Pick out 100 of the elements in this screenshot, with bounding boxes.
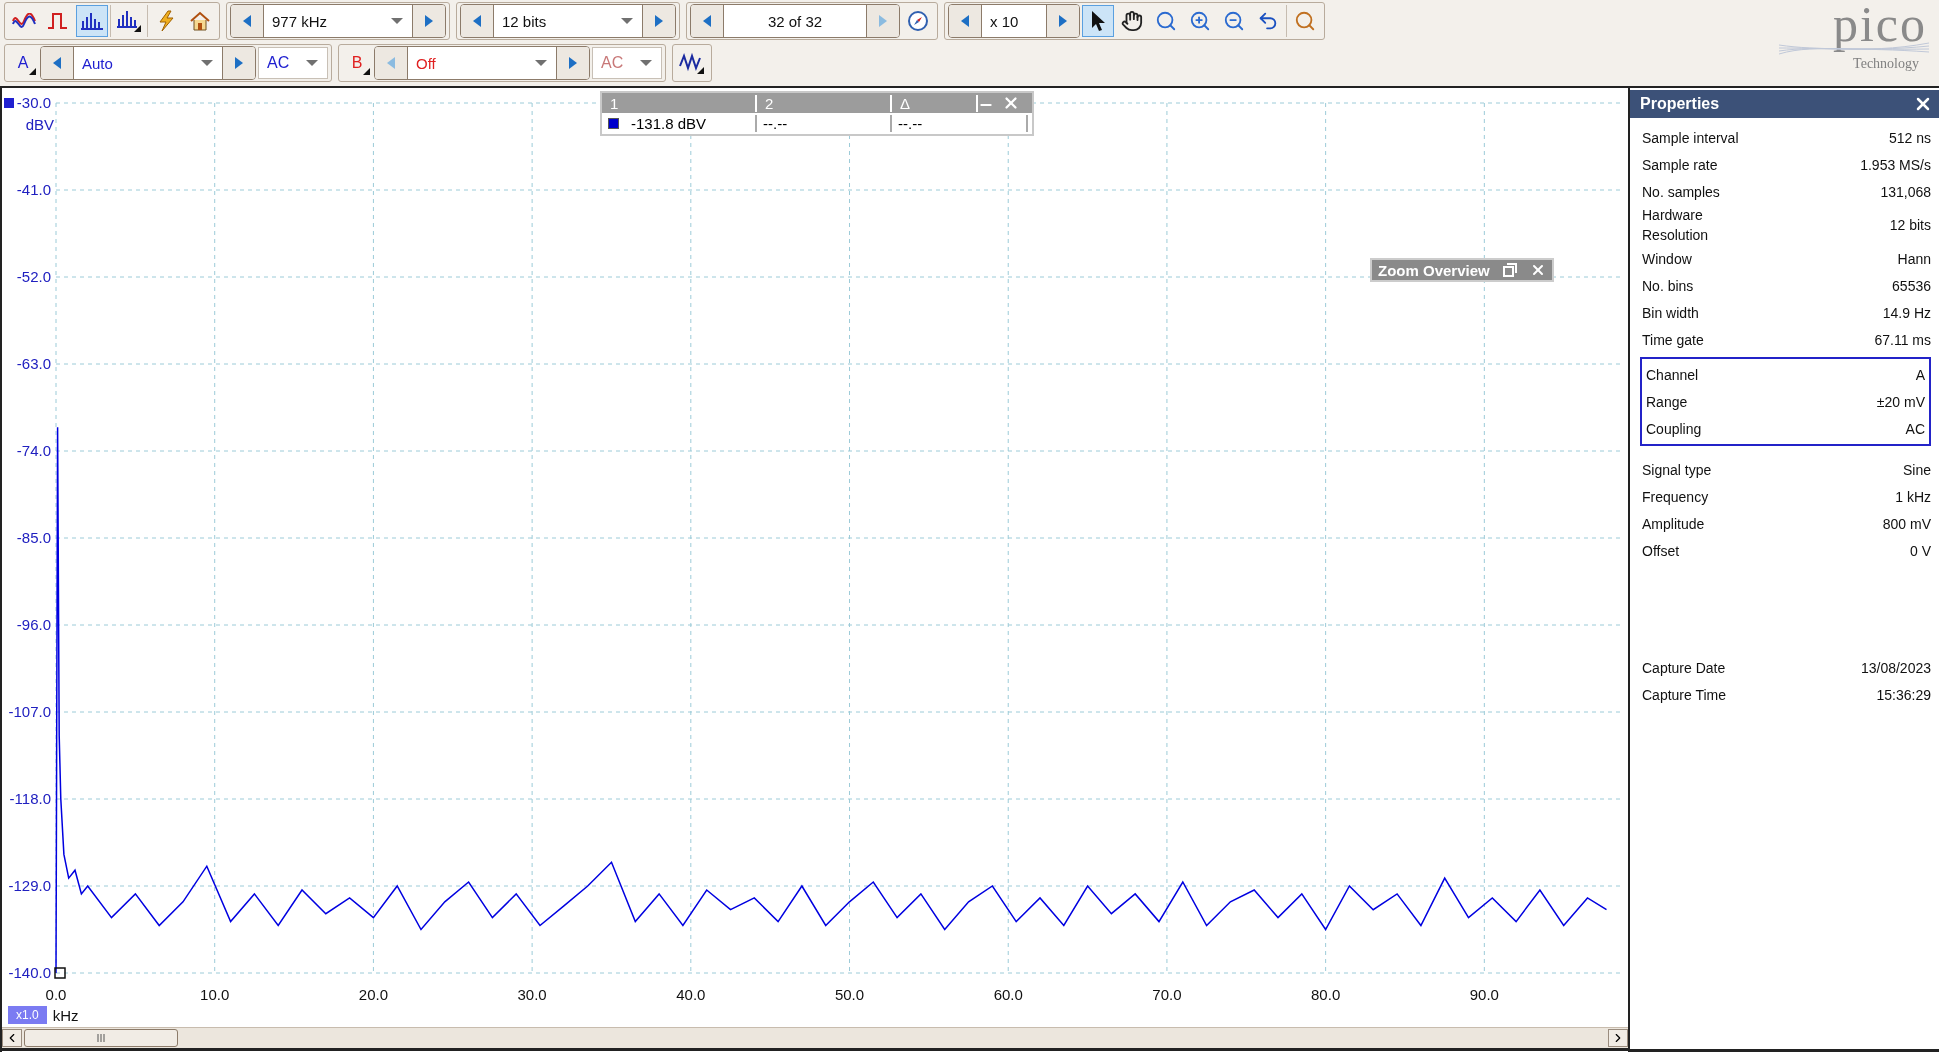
property-value: 67.11 ms xyxy=(1874,331,1931,348)
right-arrow-icon xyxy=(654,14,664,28)
counter-field[interactable]: 32 of 32 xyxy=(723,5,867,37)
x-axis-label: 80.0 xyxy=(1311,986,1341,1003)
zoom-in-icon xyxy=(1189,10,1211,32)
close-icon[interactable] xyxy=(1530,262,1546,278)
previous-button[interactable] xyxy=(41,47,73,79)
x-axis-unit: kHz xyxy=(52,1006,79,1024)
x-axis-label: 60.0 xyxy=(993,986,1023,1003)
column-header: 2 xyxy=(757,94,892,112)
left-arrow-icon xyxy=(472,14,482,28)
restore-icon[interactable] xyxy=(1502,263,1517,277)
property-value: ±20 mV xyxy=(1876,393,1925,410)
property-label: Sample interval xyxy=(1642,128,1740,148)
property-label: Signal type xyxy=(1642,460,1713,480)
field-value: 32 of 32 xyxy=(767,12,823,30)
left-arrow-icon xyxy=(702,14,712,28)
field-value: 12 bits xyxy=(502,12,547,30)
view-mode-button[interactable] xyxy=(76,5,108,37)
property-label: Range xyxy=(1646,392,1689,412)
zoom-overview-title: Zoom Overview xyxy=(1378,261,1490,279)
scroll-left-button[interactable] xyxy=(2,1029,22,1047)
previous-button[interactable] xyxy=(231,5,263,37)
y-axis-label: -52.0 xyxy=(16,268,51,285)
horizontal-scrollbar[interactable] xyxy=(2,1027,1628,1051)
channel-button[interactable]: B xyxy=(342,47,372,79)
right-arrow-icon xyxy=(1058,14,1068,28)
range-dropdown[interactable]: Auto xyxy=(73,47,223,79)
field-value: AC xyxy=(267,54,290,72)
compass-icon xyxy=(907,10,929,32)
dropdown-caret-icon xyxy=(305,59,319,67)
right-arrow-icon xyxy=(568,56,578,70)
field-value: 977 kHz xyxy=(272,12,328,30)
property-label: Capture Time xyxy=(1642,685,1728,705)
property-label: Time gate xyxy=(1642,330,1705,350)
property-value: Hann xyxy=(1897,250,1931,267)
lightning-icon xyxy=(156,10,176,32)
x-axis-label: 90.0 xyxy=(1469,986,1499,1003)
zoom-factor-field[interactable]: x 10 xyxy=(981,5,1047,37)
property-value: Sine xyxy=(1902,461,1931,478)
next-button[interactable] xyxy=(557,47,589,79)
waveform-icon xyxy=(679,52,705,74)
property-value: 1.953 MS/s xyxy=(1860,156,1931,173)
property-value: 800 mV xyxy=(1882,515,1931,532)
corner-triangle-icon xyxy=(29,68,36,75)
y-axis-label: -96.0 xyxy=(16,616,51,633)
square-wave-icon xyxy=(47,12,69,30)
previous-button[interactable] xyxy=(691,5,723,37)
scroll-right-button[interactable] xyxy=(1608,1029,1628,1047)
property-value: AC xyxy=(1905,420,1925,437)
range-dropdown[interactable]: Off xyxy=(407,47,557,79)
property-value: 131,068 xyxy=(1880,183,1931,200)
table-cell: -131.8 dBV xyxy=(625,115,757,132)
dropdown-caret-icon xyxy=(390,17,404,25)
table-cell: --.-- xyxy=(892,115,1028,132)
x-axis-label: 30.0 xyxy=(517,986,547,1003)
coupling-dropdown[interactable]: AC xyxy=(258,47,328,79)
right-arrow-icon xyxy=(878,14,888,28)
zoom-out-icon xyxy=(1223,10,1245,32)
y-axis-unit: dBV xyxy=(25,116,54,133)
x-axis-label: 50.0 xyxy=(834,986,865,1003)
property-value: 65536 xyxy=(1892,277,1931,294)
field-value: Auto xyxy=(82,54,113,72)
previous-button[interactable] xyxy=(949,5,981,37)
pointer-icon xyxy=(1090,10,1106,32)
next-button[interactable] xyxy=(1047,5,1079,37)
channel-button[interactable]: A xyxy=(8,47,38,79)
next-button[interactable] xyxy=(223,47,255,79)
x-axis-label: 20.0 xyxy=(358,986,388,1003)
property-label: Frequency xyxy=(1642,487,1710,507)
next-button[interactable] xyxy=(413,5,445,37)
logo-tagline: Technology xyxy=(1853,56,1919,72)
property-value: 12 bits xyxy=(1889,217,1931,233)
next-button[interactable] xyxy=(643,5,675,37)
y-axis-label: -74.0 xyxy=(16,442,51,459)
y-axis-label: -63.0 xyxy=(16,355,51,372)
tool-button[interactable] xyxy=(1082,5,1114,37)
scroll-thumb[interactable] xyxy=(24,1029,178,1047)
scale-multiplier: x1.0 xyxy=(8,1006,47,1024)
dropdown-field[interactable]: 12 bits xyxy=(493,5,643,37)
zoom-full-icon xyxy=(1294,10,1316,32)
property-label: Amplitude xyxy=(1642,514,1706,534)
property-value: 512 ns xyxy=(1888,129,1931,146)
hand-icon xyxy=(1121,10,1143,32)
previous-button[interactable] xyxy=(461,5,493,37)
x-axis-label: 70.0 xyxy=(1152,986,1182,1003)
column-header: Δ xyxy=(892,94,978,112)
property-label: Coupling xyxy=(1646,419,1703,439)
dropdown-field[interactable]: 977 kHz xyxy=(263,5,413,37)
panel-title: Properties xyxy=(1640,95,1720,113)
property-label: No. samples xyxy=(1642,182,1721,202)
left-arrow-icon xyxy=(960,14,970,28)
corner-triangle-icon xyxy=(363,68,370,75)
right-arrow-icon xyxy=(424,14,434,28)
x-axis-label: 0.0 xyxy=(45,986,67,1003)
property-value: 13/08/2023 xyxy=(1860,659,1931,676)
property-value: 15:36:29 xyxy=(1876,686,1931,703)
x-axis-label: 10.0 xyxy=(200,986,230,1003)
zoom-fit-icon xyxy=(1155,10,1177,32)
field-value: AC xyxy=(601,54,624,72)
